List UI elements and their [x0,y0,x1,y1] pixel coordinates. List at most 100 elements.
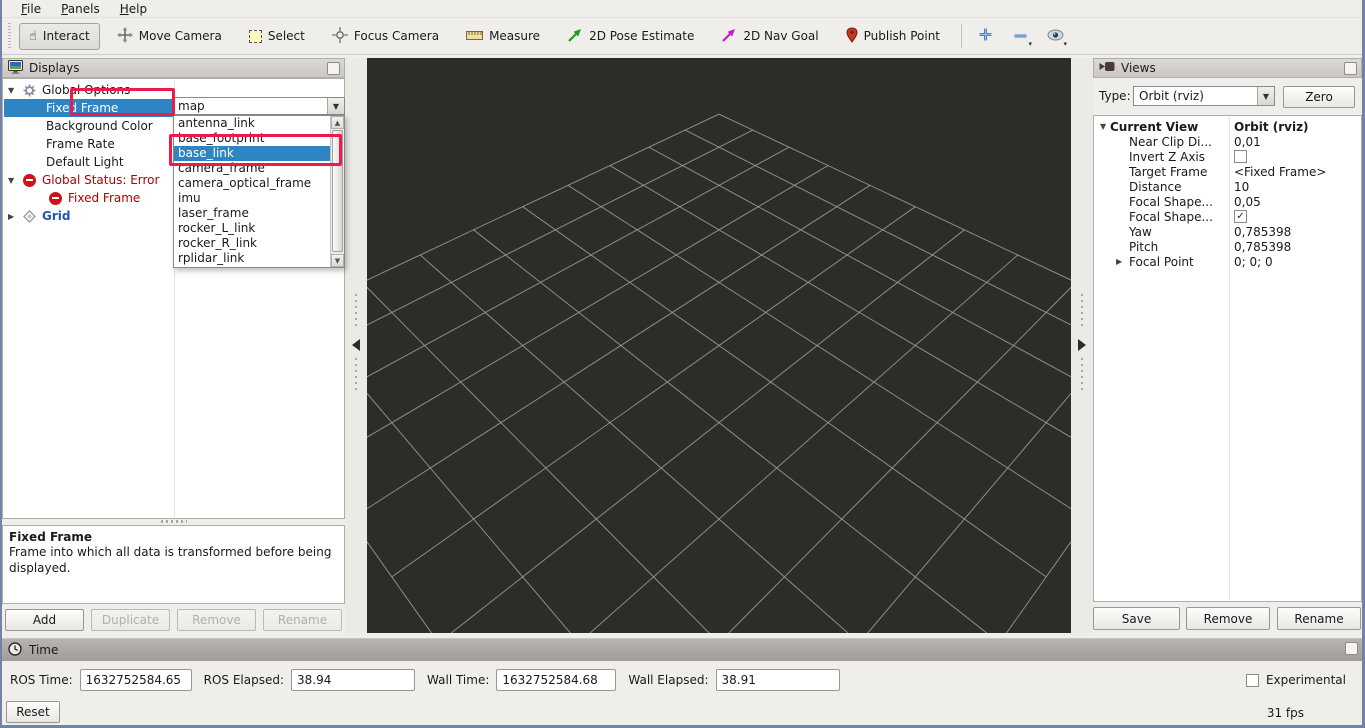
displays-panel-titlebar[interactable]: Displays [2,58,345,78]
scroll-up-icon[interactable]: ▲ [331,116,344,129]
ros-elapsed-field: ROS Elapsed: 38.94 [204,669,415,691]
menu-panels[interactable]: Panels [52,1,109,17]
list-item[interactable]: rocker_L_link [174,221,344,236]
combobox-value: Orbit (rviz) [1134,89,1257,103]
experimental-option[interactable]: Experimental [1246,673,1346,687]
panel-float-button[interactable] [327,62,340,75]
views-tree: ▼ Current View Orbit (rviz) Near Clip Di… [1093,115,1362,602]
property-value[interactable]: 0; 0; 0 [1234,255,1273,269]
measure-tool-button[interactable]: Measure [456,23,550,49]
select-tool-button[interactable]: Select [239,23,315,49]
list-item-selected[interactable]: base_link [174,146,344,161]
move-icon [117,27,133,46]
collapsed-arrow-icon[interactable]: ▶ [8,212,18,221]
menu-file[interactable]: File [12,1,50,17]
save-button[interactable]: Save [1093,607,1180,630]
fps-counter: 31 fps [1267,706,1304,720]
property-value[interactable]: <Fixed Frame> [1234,165,1326,179]
remove-tool-button[interactable]: ▾ [1007,23,1033,49]
toolbar-drag-handle[interactable] [6,23,13,49]
time-fields-row: ROS Time: 1632752584.65 ROS Elapsed: 38.… [10,669,840,691]
property-value[interactable]: 0,05 [1234,195,1261,209]
rename-button[interactable]: Rename [263,609,342,631]
pose-estimate-tool-button[interactable]: 2D Pose Estimate [557,21,704,52]
fixed-frame-combobox[interactable]: map ▼ [173,97,345,115]
list-item[interactable]: antenna_link [174,116,344,131]
chevron-down-icon[interactable]: ▼ [327,98,344,114]
list-item[interactable]: camera_frame [174,161,344,176]
tool-visibility-button[interactable]: ▾ [1042,23,1068,49]
focal-shape-checkbox[interactable]: ✓ [1234,210,1247,223]
right-dock-divider[interactable] [1071,58,1093,633]
collapse-right-panel-icon[interactable] [1078,339,1086,351]
nav-goal-tool-button[interactable]: 2D Nav Goal [711,21,828,52]
menu-help[interactable]: Help [111,1,156,17]
view-row-distance[interactable]: Distance 10 [1095,179,1360,194]
list-item[interactable]: rplidar_link [174,251,344,266]
time-panel: Time ROS Time: 1632752584.65 ROS Elapsed… [2,638,1362,725]
duplicate-button[interactable]: Duplicate [91,609,170,631]
list-item[interactable]: camera_optical_frame [174,176,344,191]
left-dock-divider[interactable] [345,58,367,633]
render-viewport[interactable] [367,58,1071,633]
remove-button[interactable]: Remove [177,609,256,631]
view-row-target-frame[interactable]: Target Frame <Fixed Frame> [1095,164,1360,179]
view-row-invert-z[interactable]: Invert Z Axis [1095,149,1360,164]
scrollbar[interactable]: ▲ ▼ [330,116,344,267]
chevron-down-icon[interactable]: ▼ [1257,87,1274,105]
clock-icon [8,642,22,659]
add-button[interactable]: Add [5,609,84,631]
view-row-focal-point[interactable]: ▶ Focal Point 0; 0; 0 [1095,254,1360,269]
list-item[interactable]: imu [174,191,344,206]
zero-button[interactable]: Zero [1283,86,1355,108]
select-box-icon [249,30,262,43]
expanded-arrow-icon[interactable]: ▼ [8,176,18,185]
view-row-pitch[interactable]: Pitch 0,785398 [1095,239,1360,254]
time-panel-titlebar[interactable]: Time [2,638,1362,661]
add-tool-button[interactable] [972,23,998,49]
panel-float-button[interactable] [1345,642,1358,655]
property-value[interactable]: 0,01 [1234,135,1261,149]
dropdown-arrow-icon: ▾ [1064,41,1068,48]
collapsed-arrow-icon[interactable]: ▶ [1116,257,1125,266]
view-row-near-clip[interactable]: Near Clip Di... 0,01 [1095,134,1360,149]
monitor-icon [8,60,23,77]
collapse-left-panel-icon[interactable] [352,339,360,351]
panel-float-button[interactable] [1344,62,1357,75]
view-type-row: Type: Orbit (rviz) ▼ Zero [1093,86,1362,106]
interact-tool-button[interactable]: ☝ Interact [19,23,100,50]
publish-point-tool-button[interactable]: Publish Point [836,21,950,52]
expanded-arrow-icon[interactable]: ▼ [1100,122,1109,131]
property-value[interactable]: 0,785398 [1234,225,1291,239]
view-row-focal-shape-fixed[interactable]: Focal Shape... ✓ [1095,209,1360,224]
experimental-checkbox[interactable] [1246,674,1259,687]
wall-time-input[interactable]: 1632752584.68 [496,669,616,691]
remove-view-button[interactable]: Remove [1186,607,1270,630]
property-value[interactable]: 10 [1234,180,1249,194]
list-item[interactable]: base_footprint [174,131,344,146]
ros-elapsed-input[interactable]: 38.94 [291,669,415,691]
focus-camera-tool-button[interactable]: Focus Camera [322,21,449,52]
tool-label: Measure [489,29,540,43]
tree-row-label: Global Options [42,83,130,97]
scroll-down-icon[interactable]: ▼ [331,254,344,267]
tree-row-label: Default Light [46,155,124,169]
invert-z-checkbox[interactable] [1234,150,1247,163]
move-camera-tool-button[interactable]: Move Camera [107,21,232,52]
rename-view-button[interactable]: Rename [1277,607,1361,630]
list-item[interactable]: rocker_R_link [174,236,344,251]
wall-elapsed-input[interactable]: 38.91 [716,669,840,691]
views-panel-titlebar[interactable]: Views [1093,58,1362,78]
panel-splitter[interactable] [161,520,187,523]
scrollbar-thumb[interactable] [332,130,343,252]
expanded-arrow-icon[interactable]: ▼ [8,86,18,95]
view-row-current-view[interactable]: ▼ Current View Orbit (rviz) [1095,119,1360,134]
property-value[interactable]: 0,785398 [1234,240,1291,254]
ros-time-input[interactable]: 1632752584.65 [80,669,192,691]
list-item[interactable]: laser_frame [174,206,344,221]
tool-label: 2D Nav Goal [743,29,818,43]
reset-button[interactable]: Reset [6,701,60,723]
view-type-combobox[interactable]: Orbit (rviz) ▼ [1133,86,1275,106]
view-row-focal-shape-size[interactable]: Focal Shape... 0,05 [1095,194,1360,209]
view-row-yaw[interactable]: Yaw 0,785398 [1095,224,1360,239]
